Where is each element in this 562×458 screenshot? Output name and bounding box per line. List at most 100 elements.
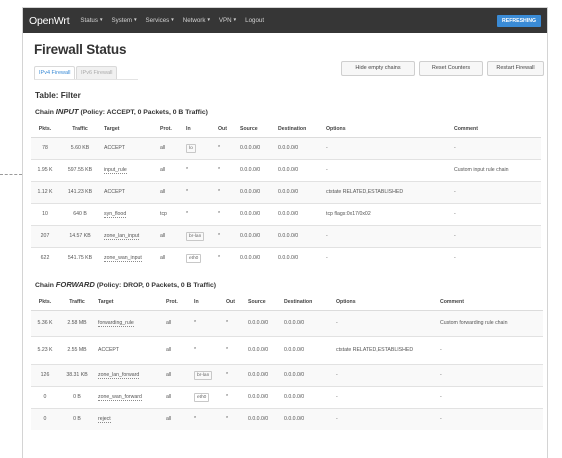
reset-counters-button[interactable]: Reset Counters — [419, 61, 483, 76]
cell-destination-text: 0.0.0.0/0 — [278, 255, 299, 262]
brand-logo[interactable]: OpenWrt — [29, 15, 70, 27]
col-header: Out — [218, 125, 227, 132]
cell-in-text: * — [186, 167, 189, 173]
cell-prot-text: tcp — [160, 211, 167, 217]
cell-in-text: * — [194, 347, 197, 353]
cell-comment-text: Custom input rule chain — [454, 166, 509, 173]
cell-pkts-text: 207 — [40, 233, 50, 239]
cell-traffic-text: 14.57 KB — [69, 233, 91, 239]
target-chain-link[interactable]: zone_lan_input — [104, 233, 140, 240]
cell-in-text: * — [194, 320, 197, 326]
cell-traffic-text: 2.58 MB — [67, 320, 87, 326]
target-chain-link[interactable]: zone_lan_forward — [98, 372, 140, 379]
cell-options-text: - — [326, 166, 328, 173]
cell-comment-text: - — [440, 415, 442, 422]
col-header: Comment — [440, 298, 464, 305]
cell-in: eth0 — [183, 247, 215, 269]
cell-comment-text: - — [440, 371, 442, 378]
cell-out: * — [215, 203, 237, 225]
cell-comment: - — [451, 137, 541, 159]
tab-ipv4-firewall[interactable]: IPv4 Firewall — [34, 66, 76, 80]
hide-empty-chains-button[interactable]: Hide empty chains — [341, 61, 415, 76]
cell-comment: - — [451, 203, 541, 225]
target-chain-link[interactable]: input_rule — [104, 167, 127, 174]
cell-destination: 0.0.0.0/0 — [275, 203, 323, 225]
cell-target[interactable]: zone_lan_input — [101, 225, 157, 247]
cell-traffic: 5.60 KB — [59, 137, 101, 159]
main-content: Firewall Status IPv4 Firewall IPv6 Firew… — [23, 42, 547, 430]
browser-viewport: OpenWrt Status▼ System▼ Services▼ Networ… — [22, 7, 548, 458]
cell-target[interactable]: syn_flood — [101, 203, 157, 225]
cell-pkts-text: 0 — [43, 394, 47, 400]
cell-prot-text: all — [166, 320, 172, 326]
cell-target[interactable]: zone_wan_forward — [95, 386, 163, 408]
caret-down-icon: ▼ — [170, 17, 175, 22]
tab-ipv6-firewall[interactable]: IPv6 Firewall — [76, 66, 118, 80]
cell-target[interactable]: input_rule — [101, 159, 157, 181]
cell-traffic: 541.75 KB — [59, 247, 101, 269]
cell-out-text: * — [218, 255, 221, 262]
cell-options: - — [333, 364, 437, 386]
cell-in: br-lan — [191, 364, 223, 386]
table-row: 0 0 B zone_wan_forward all eth0 * 0.0.0.0/0 0.0… — [31, 386, 543, 408]
restart-firewall-button[interactable]: Restart Firewall — [487, 61, 544, 76]
cell-prot: all — [157, 247, 183, 269]
col-header: Pkts. — [38, 125, 52, 132]
menu-network[interactable]: Network▼ — [183, 17, 211, 24]
menu-services[interactable]: Services▼ — [146, 17, 175, 24]
cell-target[interactable]: zone_lan_forward — [95, 364, 163, 386]
input-chain-title: Chain INPUT (Policy: ACCEPT, 0 Packets, … — [35, 107, 208, 116]
target-chain-link[interactable]: forwarding_rule — [98, 320, 134, 327]
col-header: Out — [226, 298, 235, 305]
cell-out-text: * — [218, 233, 221, 239]
cell-in: lo — [183, 137, 215, 159]
cell-pkts: 1.12 K — [31, 181, 59, 203]
cell-comment: - — [437, 364, 543, 386]
caret-down-icon: ▼ — [133, 17, 138, 22]
menu-vpn[interactable]: VPN▼ — [219, 17, 237, 24]
menu-system[interactable]: System▼ — [111, 17, 137, 24]
target-chain-link[interactable]: zone_wan_forward — [98, 394, 142, 401]
refreshing-badge[interactable]: REFRESHING — [496, 14, 541, 27]
cell-comment-text: - — [440, 393, 442, 400]
col-header: Options — [326, 125, 346, 132]
col-header: Traffic — [69, 298, 85, 305]
cell-out: * — [223, 408, 245, 430]
interface-badge: br-lan — [194, 370, 213, 380]
cell-options-text: ctstate RELATED,ESTABLISHED — [336, 346, 414, 353]
cell-pkts-text: 126 — [40, 372, 50, 378]
cell-in: * — [191, 336, 223, 364]
cell-target[interactable]: reject — [95, 408, 163, 430]
cell-in: br-lan — [183, 225, 215, 247]
cell-target[interactable]: zone_wan_input — [101, 247, 157, 269]
cell-prot-text: all — [160, 167, 166, 173]
cell-target: ACCEPT — [101, 137, 157, 159]
cell-source: 0.0.0.0/0 — [237, 181, 275, 203]
menu-logout[interactable]: Logout — [245, 17, 264, 24]
caret-down-icon: ▼ — [98, 17, 104, 22]
col-header: Prot. — [166, 298, 178, 305]
cell-comment: - — [437, 408, 543, 430]
cell-source-text: 0.0.0.0/0 — [248, 416, 269, 423]
cell-options-text: - — [336, 393, 338, 400]
cell-comment-text: - — [454, 144, 456, 151]
cell-options: - — [323, 225, 451, 247]
cell-destination-text: 0.0.0.0/0 — [284, 394, 305, 400]
col-header: Traffic — [72, 125, 88, 132]
menu-status[interactable]: Status▼ — [80, 17, 103, 24]
cell-target[interactable]: forwarding_rule — [95, 310, 163, 336]
caret-down-icon: ▼ — [206, 17, 211, 22]
target-chain-link[interactable]: reject — [98, 416, 111, 424]
cell-destination-text: 0.0.0.0/0 — [284, 347, 305, 353]
table-row: 0 0 B reject all * * 0.0.0.0/0 0.0.0.0/0 - - — [31, 408, 543, 430]
target-chain-link[interactable]: zone_wan_input — [104, 255, 142, 263]
cell-destination-text: 0.0.0.0/0 — [278, 233, 299, 239]
cell-source-text: 0.0.0.0/0 — [248, 372, 269, 378]
cell-pkts: 622 — [31, 247, 59, 269]
cell-prot: all — [157, 159, 183, 181]
col-header: Destination — [278, 125, 307, 132]
cell-comment-text: Custom forwarding rule chain — [440, 319, 508, 326]
target-chain-link[interactable]: syn_flood — [104, 211, 127, 218]
cell-source-text: 0.0.0.0/0 — [240, 233, 261, 239]
cell-source: 0.0.0.0/0 — [237, 137, 275, 159]
